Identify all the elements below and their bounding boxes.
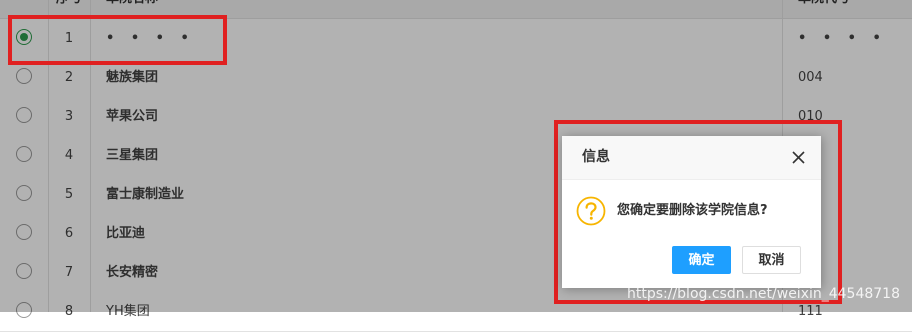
dialog-header: 信息	[562, 136, 821, 180]
question-icon	[576, 196, 606, 226]
dialog-message: 您确定要删除该学院信息?	[617, 203, 768, 218]
dialog-footer: 确定 取消	[562, 242, 821, 288]
watermark-text: https://blog.csdn.net/weixin_44548718	[626, 286, 900, 302]
confirm-dialog: 信息 您确定要删除该学院信息? 确定 取消	[562, 136, 821, 288]
confirm-button[interactable]: 确定	[672, 246, 731, 274]
highlight-box-selected-row	[8, 15, 227, 65]
close-icon[interactable]	[790, 149, 807, 166]
cancel-button[interactable]: 取消	[742, 246, 801, 274]
dialog-title: 信息	[582, 149, 610, 165]
dialog-body: 您确定要删除该学院信息?	[562, 180, 821, 242]
